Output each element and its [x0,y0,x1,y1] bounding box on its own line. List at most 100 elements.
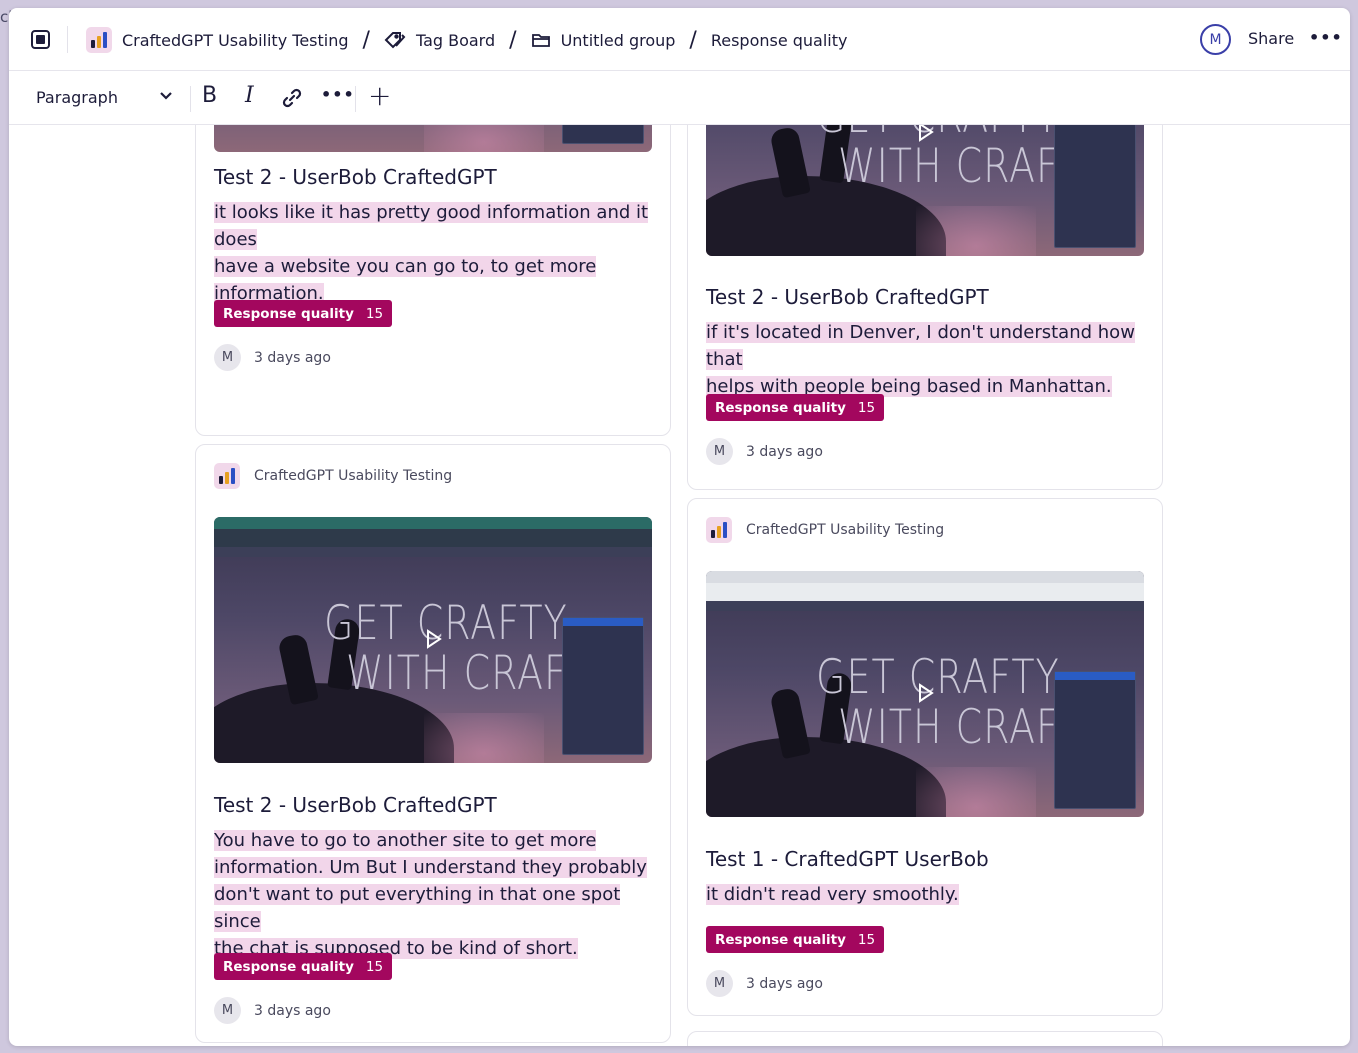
breadcrumb-board-label: Tag Board [415,30,496,50]
project-chart-icon [706,517,732,543]
tag-count: 15 [365,958,384,975]
author-avatar: M [214,344,241,371]
card-meta: M 3 days ago [214,344,331,371]
card-title[interactable]: Test 2 - UserBob CraftedGPT [214,165,497,189]
app-window: CraftedGPT Usability Testing / Tag Board… [9,8,1350,1046]
link-icon[interactable] [281,87,303,109]
bold-button[interactable]: B [202,83,217,108]
breadcrumb-group-label: Untitled group [560,30,676,50]
project-chart-icon [214,463,240,489]
breadcrumb-group[interactable]: Untitled group [531,30,676,50]
tag-icon [384,32,406,49]
chevron-down-icon[interactable] [159,91,173,101]
breadcrumb-separator: / [689,27,697,53]
more-options-button[interactable]: ••• [1309,28,1343,47]
thumbnail-address-bar [706,583,1144,601]
divider [67,26,68,53]
toolbar-divider [190,86,191,112]
quote-line: don't want to put everything in that one… [214,884,621,932]
tag-board-content: Test 2 - UserBob CraftedGPT it looks lik… [9,125,1350,1046]
author-avatar: M [214,997,241,1024]
tag-label: Response quality [715,399,846,416]
card-title[interactable]: Test 2 - UserBob CraftedGPT [214,793,497,817]
card-meta: M 3 days ago [214,997,331,1024]
tag-badge[interactable]: Response quality 15 [706,926,885,953]
quote-line: it didn't read very smoothly. [706,884,959,905]
video-thumbnail[interactable] [214,125,652,152]
timestamp: 3 days ago [254,1002,331,1019]
top-bar: CraftedGPT Usability Testing / Tag Board… [9,8,1350,71]
card-meta: M 3 days ago [706,438,823,465]
highlight-quote: it didn't read very smoothly. [706,881,1146,908]
timestamp: 3 days ago [746,443,823,460]
project-chart-icon [86,27,112,53]
highlight-quote: it looks like it has pretty good informa… [214,199,654,307]
tag-badge[interactable]: Response quality 15 [706,394,885,421]
video-thumbnail[interactable]: GET CRAFTY WITH CRAFTED [214,517,652,763]
editor-toolbar: Paragraph B I ••• + [9,71,1350,125]
play-icon[interactable] [918,125,934,142]
toolbar-divider [355,86,356,112]
highlight-quote: if it's located in Denver, I don't under… [706,319,1146,400]
more-formatting-button[interactable]: ••• [321,85,355,104]
timestamp: 3 days ago [746,975,823,992]
tag-label: Response quality [223,958,354,975]
quote-line: it looks like it has pretty good informa… [214,202,649,250]
breadcrumb-tag-label: Response quality [710,30,848,50]
breadcrumb-separator: / [362,27,370,53]
user-avatar[interactable]: M [1200,24,1231,55]
breadcrumb: CraftedGPT Usability Testing / Tag Board… [86,25,848,55]
tag-badge[interactable]: Response quality 15 [214,300,393,327]
video-thumbnail[interactable]: GET CRAFTY WITH CRAFTED [706,125,1144,256]
folder-icon [531,34,550,47]
share-button[interactable]: Share [1248,29,1294,48]
chat-panel-preview [562,125,644,144]
chat-panel-preview [562,617,644,755]
author-avatar: M [706,438,733,465]
thumbnail-text: GET CRAFTY [816,649,1060,704]
paragraph-style-dropdown[interactable]: Paragraph [36,88,118,107]
sidebar-toggle-icon[interactable] [31,30,50,49]
author-avatar: M [706,970,733,997]
highlight-card[interactable]: Test 2 - UserBob CraftedGPT it looks lik… [195,125,671,436]
tag-label: Response quality [715,931,846,948]
play-icon[interactable] [426,629,442,649]
highlight-card[interactable]: CraftedGPT Usability Testing GET CRAFTY … [195,444,671,1043]
chat-panel-preview [1054,125,1136,248]
video-thumbnail[interactable]: GET CRAFTY WITH CRAFTED [706,571,1144,817]
play-icon[interactable] [918,683,934,703]
tag-badge[interactable]: Response quality 15 [214,953,393,980]
tag-count: 15 [857,931,876,948]
timestamp: 3 days ago [254,349,331,366]
quote-line: if it's located in Denver, I don't under… [706,322,1135,370]
highlight-card[interactable]: CraftedGPT Usability Testing GET CRAFTY … [687,498,1163,1016]
chat-panel-preview [1054,671,1136,809]
breadcrumb-tag[interactable]: Response quality [711,31,848,50]
card-project: CraftedGPT Usability Testing [706,517,944,543]
thumbnail-nav [706,601,1144,611]
breadcrumb-separator: / [509,27,517,53]
card-title[interactable]: Test 2 - UserBob CraftedGPT [706,285,989,309]
highlight-quote: You have to go to another site to get mo… [214,827,654,962]
italic-button[interactable]: I [245,83,254,108]
card-project: CraftedGPT Usability Testing [214,463,452,489]
thumbnail-nav [214,547,652,557]
quote-line: have a website you can go to, to get mor… [214,256,597,277]
quote-line: information. Um But I understand they pr… [214,857,647,878]
highlight-card[interactable]: GET CRAFTY WITH CRAFTED Test 2 - UserBob… [687,125,1163,490]
thumbnail-address-bar [214,529,652,547]
card-title[interactable]: Test 1 - CraftedGPT UserBob [706,847,989,871]
card-meta: M 3 days ago [706,970,823,997]
breadcrumb-tag-board[interactable]: Tag Board [384,30,495,50]
tag-count: 15 [365,305,384,322]
thumbnail-browser-bar [214,517,652,529]
highlight-card[interactable] [687,1031,1163,1046]
tag-label: Response quality [223,305,354,322]
thumbnail-text: GET CRAFTY [324,595,568,650]
breadcrumb-project-label: CraftedGPT Usability Testing [122,30,349,50]
tag-count: 15 [857,399,876,416]
add-block-button[interactable]: + [368,79,391,112]
project-name: CraftedGPT Usability Testing [254,468,453,484]
thumbnail-browser-bar [706,571,1144,583]
breadcrumb-project[interactable]: CraftedGPT Usability Testing [86,27,349,53]
